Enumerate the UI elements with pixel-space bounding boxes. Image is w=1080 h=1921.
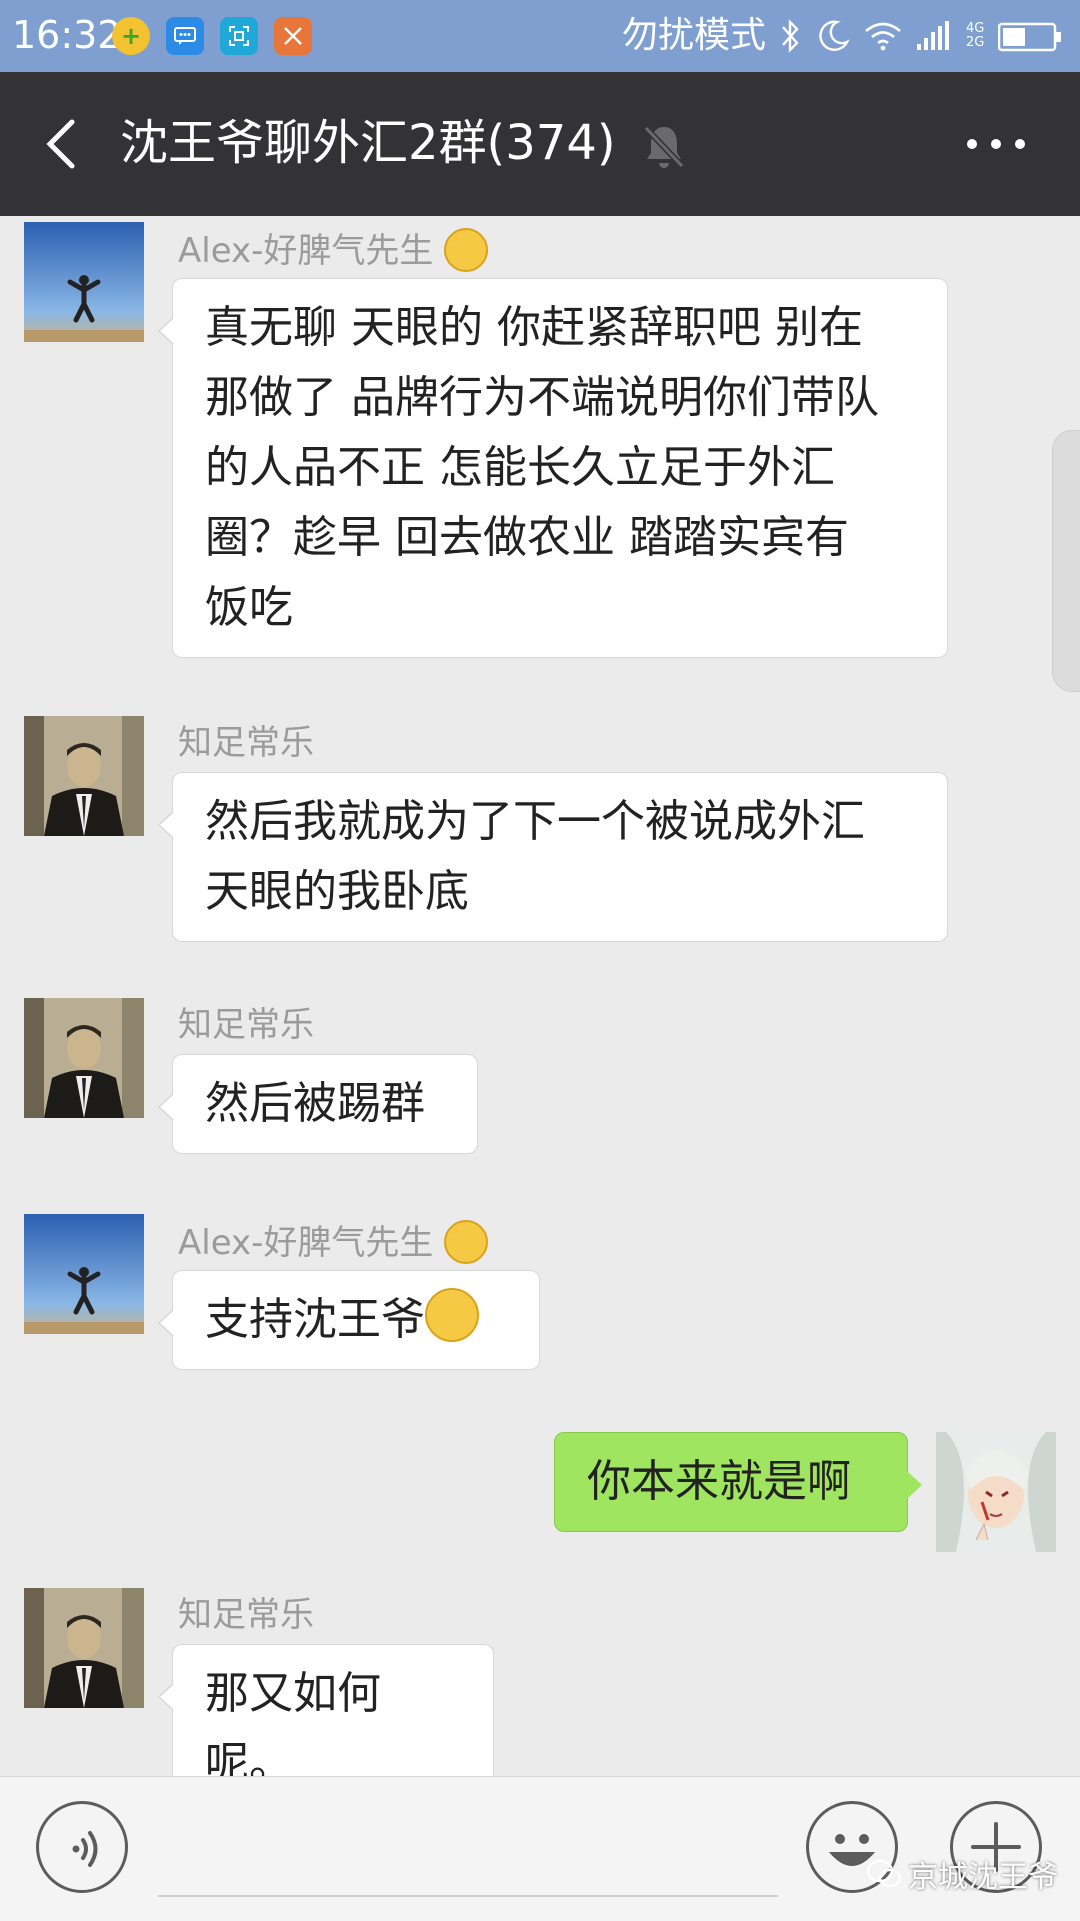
status-time: 16:32 xyxy=(12,13,122,57)
sender-name: Alex-好脾气先生 xyxy=(178,228,489,272)
chat-title[interactable]: 沈王爷聊外汇2群(374) xyxy=(120,110,616,176)
message-text: 支持沈王爷 xyxy=(205,1294,425,1345)
avatar[interactable] xyxy=(24,222,144,342)
message-input[interactable] xyxy=(158,1895,778,1897)
do-not-disturb-label: 勿扰模式 xyxy=(622,15,767,56)
network-type: 4G 2G xyxy=(966,21,985,50)
avatar[interactable] xyxy=(24,998,144,1118)
wifi-icon xyxy=(865,22,901,51)
signal-icon xyxy=(917,21,949,50)
message-bubble-self[interactable]: 你本来就是啊 xyxy=(554,1432,922,1532)
system-icons: 4G 2G xyxy=(780,16,988,56)
scan-icon xyxy=(220,17,258,55)
battery-icon xyxy=(998,22,1061,52)
message-text: 那又如何呢。 xyxy=(205,1668,381,1789)
avatar[interactable] xyxy=(24,716,144,836)
message-line: 真无聊 天眼的 你赶紧辞职吧 别在 xyxy=(205,302,863,353)
message-line: 然后我就成为了下一个被说成外汇 xyxy=(205,796,865,847)
message-line: 饭吃 xyxy=(205,582,293,633)
more-dots-icon[interactable] xyxy=(960,124,1032,164)
smile-emoji-icon xyxy=(425,1288,479,1342)
message-line: 然后被踢群 xyxy=(205,1078,425,1129)
watermark: 京城沈王爷 xyxy=(866,1852,1058,1896)
bluetooth-icon xyxy=(782,19,799,53)
moon-icon xyxy=(819,20,850,51)
message-bubble[interactable]: 然后被踢群 xyxy=(158,1054,478,1154)
back-arrow-icon[interactable] xyxy=(34,112,94,176)
sender-name: 知足常乐 xyxy=(178,1005,314,1045)
avatar[interactable] xyxy=(24,1214,144,1334)
watermark-text: 京城沈王爷 xyxy=(908,1860,1058,1895)
sender-name: Alex-好脾气先生 xyxy=(178,1220,489,1264)
message-line: 圈？趁早 回去做农业 踏踏实宾有 xyxy=(205,512,849,563)
avatar[interactable] xyxy=(24,1588,144,1708)
status-bar: 16:32 + 勿扰模式 4G 2G xyxy=(0,0,1080,72)
notification-icons: + xyxy=(112,17,312,55)
message-bubble[interactable]: 支持沈王爷 xyxy=(158,1270,540,1370)
shuffle-icon xyxy=(274,17,312,55)
input-bar xyxy=(0,1776,1080,1921)
voice-icon[interactable] xyxy=(36,1801,128,1893)
sender-name: 知足常乐 xyxy=(178,1595,314,1635)
scroll-handle[interactable] xyxy=(1052,430,1080,692)
message-line: 天眼的我卧底 xyxy=(205,866,469,917)
message-line: 的人品不正 怎能长久立足于外汇 xyxy=(205,442,835,493)
muted-bell-icon xyxy=(643,125,685,169)
chat-header: 沈王爷聊外汇2群(374) xyxy=(0,72,1080,216)
message-line: 那做了 品牌行为不端说明你们带队 xyxy=(205,372,879,423)
360-security-icon: + xyxy=(112,17,150,55)
message-text: 你本来就是啊 xyxy=(587,1456,851,1507)
message-bubble[interactable]: 真无聊 天眼的 你赶紧辞职吧 别在 那做了 品牌行为不端说明你们带队 的人品不正… xyxy=(158,278,948,658)
wechat-icon xyxy=(866,1859,902,1888)
sender-name: 知足常乐 xyxy=(178,723,314,763)
message-icon xyxy=(166,17,204,55)
avatar-self[interactable] xyxy=(936,1432,1056,1552)
smile-emoji-icon xyxy=(444,1220,489,1264)
smile-emoji-icon xyxy=(444,228,489,272)
message-bubble[interactable]: 然后我就成为了下一个被说成外汇 天眼的我卧底 xyxy=(158,772,948,942)
